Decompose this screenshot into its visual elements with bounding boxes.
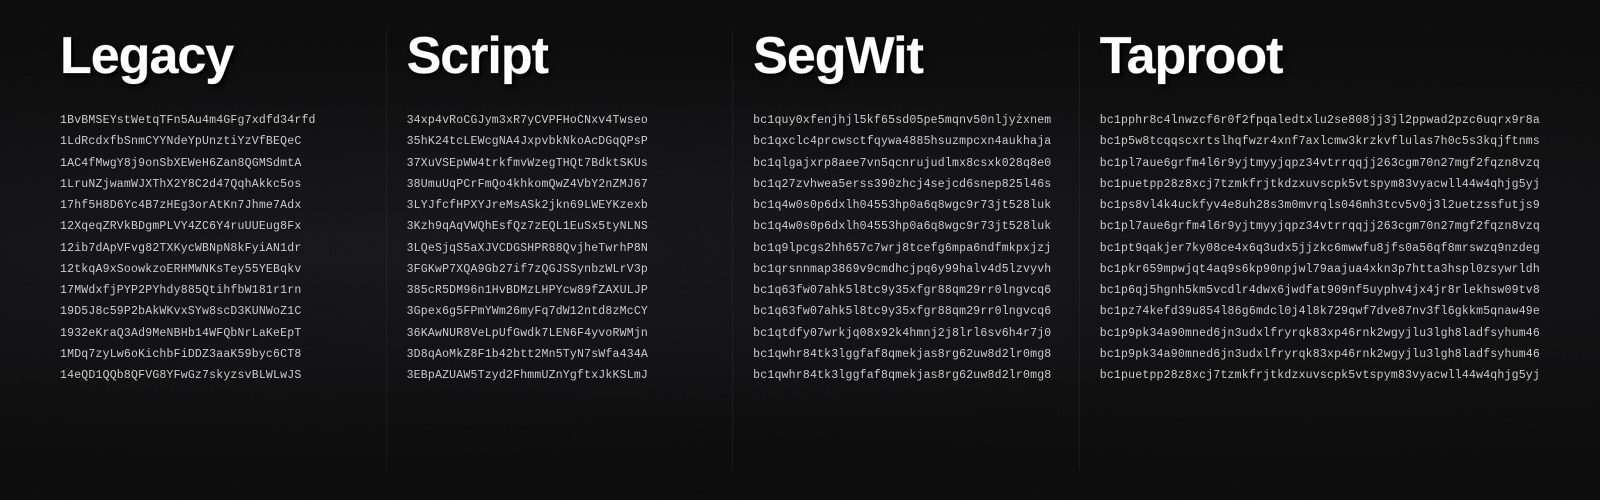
taproot-address-item[interactable]: bc1pkr659mpwjqt4aq9s6kp90npjwl79aajua4xk… [1100, 259, 1540, 280]
script-address-item[interactable]: 3Gpex6g5FPmYWm26myFq7dW12ntd8zMcCY [407, 301, 713, 322]
legacy-address-item[interactable]: 1932eKraQ3Ad9MeNBHb14WFQbNrLaKeEpT [60, 323, 366, 344]
taproot-address-item[interactable]: bc1p9pk34a90mned6jn3udxlfryrqk83xp46rnk2… [1100, 344, 1540, 365]
main-container: Legacy 1BvBMSEYstWetqTFn5Au4m4GFg7xdfd34r… [0, 0, 1600, 500]
taproot-header: Taproot [1100, 30, 1540, 82]
legacy-address-list: 1BvBMSEYstWetqTFn5Au4m4GFg7xdfd34rfd1LdR… [60, 110, 366, 386]
legacy-address-item[interactable]: 1LruNZjwamWJXThX2Y8C2d47QqhAkkc5os [60, 174, 366, 195]
segwit-header: SegWit [753, 30, 1059, 82]
script-address-item[interactable]: 3LYJfcfHPXYJreMsASk2jkn69LWEYKzexb [407, 195, 713, 216]
column-segwit: SegWit bc1quy0xfenjhjl5kf65sd05pe5mqnv50n… [733, 30, 1080, 470]
taproot-address-item[interactable]: bc1p5w8tcqqscxrtslhqfwzr4xnf7axlcmw3krzk… [1100, 131, 1540, 152]
column-taproot: Taproot bc1pphr8c4lnwzcf6r0f2fpqaledtxlu2… [1080, 30, 1560, 470]
taproot-address-item[interactable]: bc1puetpp28z8xcj7tzmkfrjtkdzxuvscpk5vtsp… [1100, 365, 1540, 386]
taproot-address-item[interactable]: bc1pphr8c4lnwzcf6r0f2fpqaledtxlu2se808jj… [1100, 110, 1540, 131]
segwit-address-item[interactable]: bc1q4w0s0p6dxlh04553hp0a6q8wgc9r73jt528l… [753, 195, 1059, 216]
legacy-address-item[interactable]: 19D5J8c59P2bAkWKvxSYw8scD3KUNWoZ1C [60, 301, 366, 322]
legacy-address-item[interactable]: 1LdRcdxfbSnmCYYNdeYpUnztiYzVfBEQeC [60, 131, 366, 152]
script-address-item[interactable]: 36KAwNUR8VeLpUfGwdk7LEN6F4yvoRWMjn [407, 323, 713, 344]
script-address-item[interactable]: 34xp4vRoCGJym3xR7yCVPFHoCNxv4Twseo [407, 110, 713, 131]
segwit-address-item[interactable]: bc1quy0xfenjhjl5kf65sd05pe5mqnv50nljyżxn… [753, 110, 1059, 131]
taproot-address-item[interactable]: bc1pz74kefd39u854l86g6mdcl0j4l8k729qwf7d… [1100, 301, 1540, 322]
script-address-item[interactable]: 38UmuUqPCrFmQo4khkomQwZ4VbY2nZMJ67 [407, 174, 713, 195]
legacy-header: Legacy [60, 30, 366, 82]
script-address-item[interactable]: 385cR5DM96n1HvBDMzLHPYcw89fZAXULJP [407, 280, 713, 301]
taproot-address-item[interactable]: bc1pt9qakjer7ky08ce4x6q3udx5jjzkc6mwwfu8… [1100, 238, 1540, 259]
taproot-address-item[interactable]: bc1pl7aue6grfm4l6r9yjtmyyjqpz34vtrrqqjj2… [1100, 153, 1540, 174]
segwit-address-item[interactable]: bc1qtdfy07wrkjq08x92k4hmnj2j8lrl6sv6h4r7… [753, 323, 1059, 344]
taproot-address-item[interactable]: bc1pl7aue6grfm4l6r9yjtmyyjqpz34vtrrqqjj2… [1100, 216, 1540, 237]
segwit-address-item[interactable]: bc1q4w0s0p6dxlh04553hp0a6q8wgc9r73jt528l… [753, 216, 1059, 237]
script-address-item[interactable]: 3FGKwP7XQA9Gb27if7zQGJSSynbzWLrV3p [407, 259, 713, 280]
segwit-address-item[interactable]: bc1q63fw07ahk5l8tc9y35xfgr88qm29rr0lngvc… [753, 301, 1059, 322]
script-address-item[interactable]: 3EBpAZUAW5Tzyd2FhmmUZnYgftxJkKSLmJ [407, 365, 713, 386]
legacy-address-item[interactable]: 1BvBMSEYstWetqTFn5Au4m4GFg7xdfd34rfd [60, 110, 366, 131]
legacy-address-item[interactable]: 17MWdxfjPYP2PYhdy885QtihfbW181r1rn [60, 280, 366, 301]
segwit-address-item[interactable]: bc1qrsnnmap3869v9cmdhcjpq6y99halv4d5lzvy… [753, 259, 1059, 280]
script-address-list: 34xp4vRoCGJym3xR7yCVPFHoCNxv4Twseo35hK24… [407, 110, 713, 386]
segwit-address-list: bc1quy0xfenjhjl5kf65sd05pe5mqnv50nljyżxn… [753, 110, 1059, 386]
taproot-address-item[interactable]: bc1p6qj5hgnh5km5vcdlr4dwx6jwdfat909nf5uy… [1100, 280, 1540, 301]
legacy-address-item[interactable]: 12ib7dApVFvg82TXKycWBNpN8kFyiAN1dr [60, 238, 366, 259]
segwit-address-item[interactable]: bc1qxclc4prcwsctfqywa4885hsuzmpcxn4aukha… [753, 131, 1059, 152]
column-legacy: Legacy 1BvBMSEYstWetqTFn5Au4m4GFg7xdfd34r… [40, 30, 387, 470]
legacy-address-item[interactable]: 1AC4fMwgY8j9onSbXEWeH6Zan8QGMSdmtA [60, 153, 366, 174]
segwit-address-item[interactable]: bc1q63fw07ahk5l8tc9y35xfgr88qm29rr0lngvc… [753, 280, 1059, 301]
segwit-address-item[interactable]: bc1qwhr84tk3lggfaf8qmekjas8rg62uw8d2lr0m… [753, 365, 1059, 386]
script-address-item[interactable]: 3LQeSjqS5aXJVCDGSHPR88QvjheTwrhP8N [407, 238, 713, 259]
legacy-address-item[interactable]: 12XqeqZRVkBDgmPLVY4ZC6Y4ruUUEug8Fx [60, 216, 366, 237]
legacy-address-item[interactable]: 1MDq7zyLw6oKichbFiDDZ3aaK59byc6CT8 [60, 344, 366, 365]
script-address-item[interactable]: 3Kzh9qAqVWQhEsfQz7zEQL1EuSx5tyNLNS [407, 216, 713, 237]
taproot-address-item[interactable]: bc1p9pk34a90mned6jn3udxlfryrqk83xp46rnk2… [1100, 323, 1540, 344]
column-script: Script 34xp4vRoCGJym3xR7yCVPFHoCNxv4Twseo… [387, 30, 734, 470]
legacy-address-item[interactable]: 14eQD1QQb8QFVG8YFwGz7skyzsvBLWLwJS [60, 365, 366, 386]
script-header: Script [407, 30, 713, 82]
script-address-item[interactable]: 3D8qAoMkZ8F1b42btt2Mn5TyN7sWfa434A [407, 344, 713, 365]
taproot-address-item[interactable]: bc1ps8vl4k4uckfyv4e8uh28s3m0mvrqls046mh3… [1100, 195, 1540, 216]
taproot-address-item[interactable]: bc1puetpp28z8xcj7tzmkfrjtkdzxuvscpk5vtsp… [1100, 174, 1540, 195]
taproot-address-list: bc1pphr8c4lnwzcf6r0f2fpqaledtxlu2se808jj… [1100, 110, 1540, 386]
script-address-item[interactable]: 37XuVSEpWW4trkfmvWzegTHQt7BdktSKUs [407, 153, 713, 174]
segwit-address-item[interactable]: bc1qlgajxrp8aee7vn5qcnrujudlmx8csxk028q8… [753, 153, 1059, 174]
script-address-item[interactable]: 35hK24tcLEWcgNA4JxpvbkNkoAcDGqQPsP [407, 131, 713, 152]
legacy-address-item[interactable]: 17hf5H8D6Yc4B7zHEg3orAtKn7Jhme7Adx [60, 195, 366, 216]
legacy-address-item[interactable]: 12tkqA9xSoowkzoERHMWNKsTey55YEBqkv [60, 259, 366, 280]
segwit-address-item[interactable]: bc1qwhr84tk3lggfaf8qmekjas8rg62uw8d2lr0m… [753, 344, 1059, 365]
segwit-address-item[interactable]: bc1q27zvhwea5erss390zhcj4sejcd6snep825l4… [753, 174, 1059, 195]
segwit-address-item[interactable]: bc1q9lpcgs2hh657c7wrj8tcefg6mpa6ndfmkpxj… [753, 238, 1059, 259]
